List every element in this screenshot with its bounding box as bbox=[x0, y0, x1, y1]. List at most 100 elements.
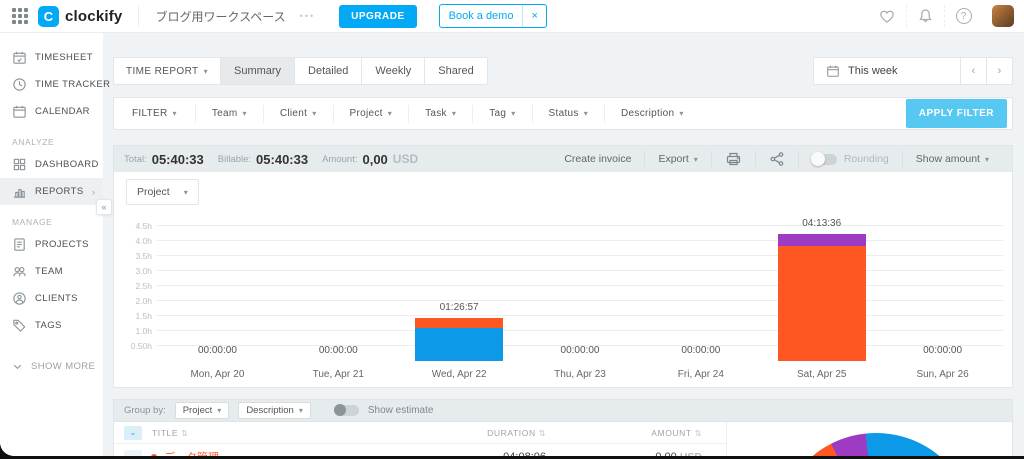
caret-down-icon: ▾ bbox=[679, 109, 683, 118]
dashboard-icon bbox=[12, 157, 27, 172]
book-demo-button[interactable]: Book a demo × bbox=[439, 4, 547, 28]
table-row[interactable]: ⌄ データ管理 04:08:06 0,00 USD bbox=[114, 444, 726, 456]
group-by-second-select[interactable]: Description ▾ bbox=[238, 402, 311, 419]
next-week-button[interactable]: › bbox=[986, 58, 1012, 84]
report-tabs: TIME REPORT ▾ Summary Detailed Weekly Sh… bbox=[113, 57, 488, 85]
feedback-heart-icon[interactable] bbox=[868, 5, 906, 27]
project-color-dot bbox=[151, 454, 157, 456]
sidebar-collapse-button[interactable]: « bbox=[96, 199, 112, 215]
bar-total-label: 00:00:00 bbox=[520, 345, 641, 356]
y-tick-label: 1.5h bbox=[135, 311, 152, 321]
show-estimate-label: Show estimate bbox=[368, 405, 434, 416]
filter-tag[interactable]: Tag▾ bbox=[473, 105, 532, 123]
tab-detailed[interactable]: Detailed bbox=[294, 58, 361, 84]
y-tick-label: 2.5h bbox=[135, 281, 152, 291]
filter-team[interactable]: Team▾ bbox=[196, 105, 264, 123]
book-demo-close-icon[interactable]: × bbox=[522, 5, 545, 27]
show-estimate-toggle[interactable] bbox=[334, 405, 359, 416]
results-panel: ⌄ TITLE⇅ DURATION⇅ AMOUNT⇅ ⌄ データ管理 04:0 bbox=[113, 422, 1013, 456]
date-range-picker: This week ‹ › bbox=[813, 57, 1013, 85]
filter-description[interactable]: Description▾ bbox=[605, 105, 700, 123]
caret-down-icon: ▾ bbox=[299, 406, 303, 415]
row-project-title[interactable]: データ管理 bbox=[164, 449, 426, 456]
column-header-title[interactable]: TITLE⇅ bbox=[152, 428, 426, 438]
create-invoice-button[interactable]: Create invoice bbox=[551, 151, 644, 167]
rounding-label: Rounding bbox=[844, 153, 889, 165]
sidebar-item-label: PROJECTS bbox=[35, 239, 89, 250]
sidebar: TIMESHEET TIME TRACKER CALENDAR ANALYZE … bbox=[0, 33, 103, 456]
chevron-down-icon bbox=[12, 361, 23, 372]
bar-segment-project-purple[interactable] bbox=[778, 234, 866, 245]
group-by-bar: Group by: Project ▾ Description ▾ Show e… bbox=[113, 399, 1013, 422]
date-range-button[interactable]: This week bbox=[814, 58, 960, 84]
sort-icon: ⇅ bbox=[539, 429, 546, 438]
bar-stack bbox=[415, 318, 503, 362]
help-icon[interactable]: ? bbox=[944, 5, 982, 27]
filter-project[interactable]: Project▾ bbox=[334, 105, 410, 123]
upgrade-button[interactable]: UPGRADE bbox=[339, 5, 417, 28]
sidebar-item-show-more[interactable]: SHOW MORE bbox=[0, 353, 103, 380]
chart-group-select[interactable]: Project ▾ bbox=[126, 179, 199, 205]
total-label: Total: bbox=[124, 154, 147, 165]
column-header-duration[interactable]: DURATION⇅ bbox=[426, 428, 546, 438]
chart-column: 00:00:00 bbox=[278, 215, 399, 361]
clockify-logo-icon[interactable]: C bbox=[38, 6, 59, 27]
y-tick-label: 3.5h bbox=[135, 251, 152, 261]
filter-dropdown[interactable]: FILTER ▾ bbox=[114, 105, 196, 123]
chart-column: 00:00:00 bbox=[157, 215, 278, 361]
bar-total-label: 04:13:36 bbox=[761, 218, 882, 229]
group-by-first-select[interactable]: Project ▾ bbox=[175, 402, 230, 419]
sidebar-item-label: SHOW MORE bbox=[31, 361, 95, 372]
show-amount-dropdown[interactable]: Show amount ▾ bbox=[902, 151, 1002, 167]
collapse-all-chevron-icon[interactable]: ⌄ bbox=[124, 426, 142, 440]
bar-chart-plot: 00:00:0000:00:0001:26:5700:00:0000:00:00… bbox=[157, 215, 1003, 361]
timesheet-icon bbox=[12, 50, 27, 65]
filter-status[interactable]: Status▾ bbox=[533, 105, 605, 123]
sidebar-item-timesheet[interactable]: TIMESHEET bbox=[0, 44, 103, 71]
notifications-bell-icon[interactable] bbox=[906, 5, 944, 27]
caret-down-icon: ▾ bbox=[388, 109, 392, 118]
amount-label: Amount: bbox=[322, 154, 357, 165]
user-avatar[interactable] bbox=[992, 5, 1014, 27]
sidebar-item-reports[interactable]: REPORTS › bbox=[0, 178, 103, 205]
filter-task[interactable]: Task▾ bbox=[409, 105, 473, 123]
caret-down-icon: ▾ bbox=[312, 109, 316, 118]
category-label: Thu, Apr 23 bbox=[520, 369, 641, 380]
filter-client[interactable]: Client▾ bbox=[264, 105, 334, 123]
bar-segment-project-orange[interactable] bbox=[415, 318, 503, 329]
bar-segment-project-blue[interactable] bbox=[415, 328, 503, 361]
sidebar-item-tags[interactable]: TAGS bbox=[0, 312, 103, 339]
tab-summary[interactable]: Summary bbox=[220, 58, 294, 84]
sidebar-item-calendar[interactable]: CALENDAR bbox=[0, 98, 103, 125]
rounding-toggle[interactable] bbox=[812, 154, 837, 165]
print-button[interactable] bbox=[711, 151, 755, 167]
amount-value: 0,00 bbox=[362, 152, 387, 167]
column-header-amount[interactable]: AMOUNT⇅ bbox=[546, 428, 716, 438]
sidebar-item-dashboard[interactable]: DASHBOARD bbox=[0, 151, 103, 178]
sidebar-item-projects[interactable]: PROJECTS bbox=[0, 231, 103, 258]
apps-grid-icon[interactable] bbox=[12, 8, 28, 24]
row-expand-chevron-icon[interactable]: ⌄ bbox=[124, 450, 142, 456]
tab-shared[interactable]: Shared bbox=[424, 58, 486, 84]
book-demo-label[interactable]: Book a demo bbox=[440, 5, 523, 27]
caret-down-icon: ▾ bbox=[452, 109, 456, 118]
pie-chart bbox=[777, 433, 975, 456]
tab-weekly[interactable]: Weekly bbox=[361, 58, 424, 84]
bar-chart-columns: 00:00:0000:00:0001:26:5700:00:0000:00:00… bbox=[157, 215, 1003, 361]
share-button[interactable] bbox=[755, 151, 798, 167]
app-window: C clockify ブログ用ワークスペース ••• UPGRADE Book … bbox=[0, 0, 1024, 456]
sidebar-item-team[interactable]: TEAM bbox=[0, 258, 103, 285]
report-type-dropdown[interactable]: TIME REPORT ▾ bbox=[114, 58, 220, 84]
sidebar-item-clients[interactable]: CLIENTS bbox=[0, 285, 103, 312]
chart-panel: Project ▾ 0.50h1.0h1.5h2.0h2.5h3.0h3.5h4… bbox=[113, 172, 1013, 388]
bar-segment-project-orange[interactable] bbox=[778, 246, 866, 362]
sort-icon: ⇅ bbox=[181, 429, 188, 438]
prev-week-button[interactable]: ‹ bbox=[960, 58, 986, 84]
sidebar-item-time-tracker[interactable]: TIME TRACKER bbox=[0, 71, 103, 98]
workspace-menu-dots-icon[interactable]: ••• bbox=[300, 11, 315, 21]
chart-column: 00:00:00 bbox=[520, 215, 641, 361]
workspace-name[interactable]: ブログ用ワークスペース bbox=[155, 8, 285, 25]
apply-filter-button[interactable]: APPLY FILTER bbox=[906, 99, 1007, 128]
export-dropdown[interactable]: Export ▾ bbox=[644, 151, 710, 167]
caret-down-icon: ▾ bbox=[584, 109, 588, 118]
